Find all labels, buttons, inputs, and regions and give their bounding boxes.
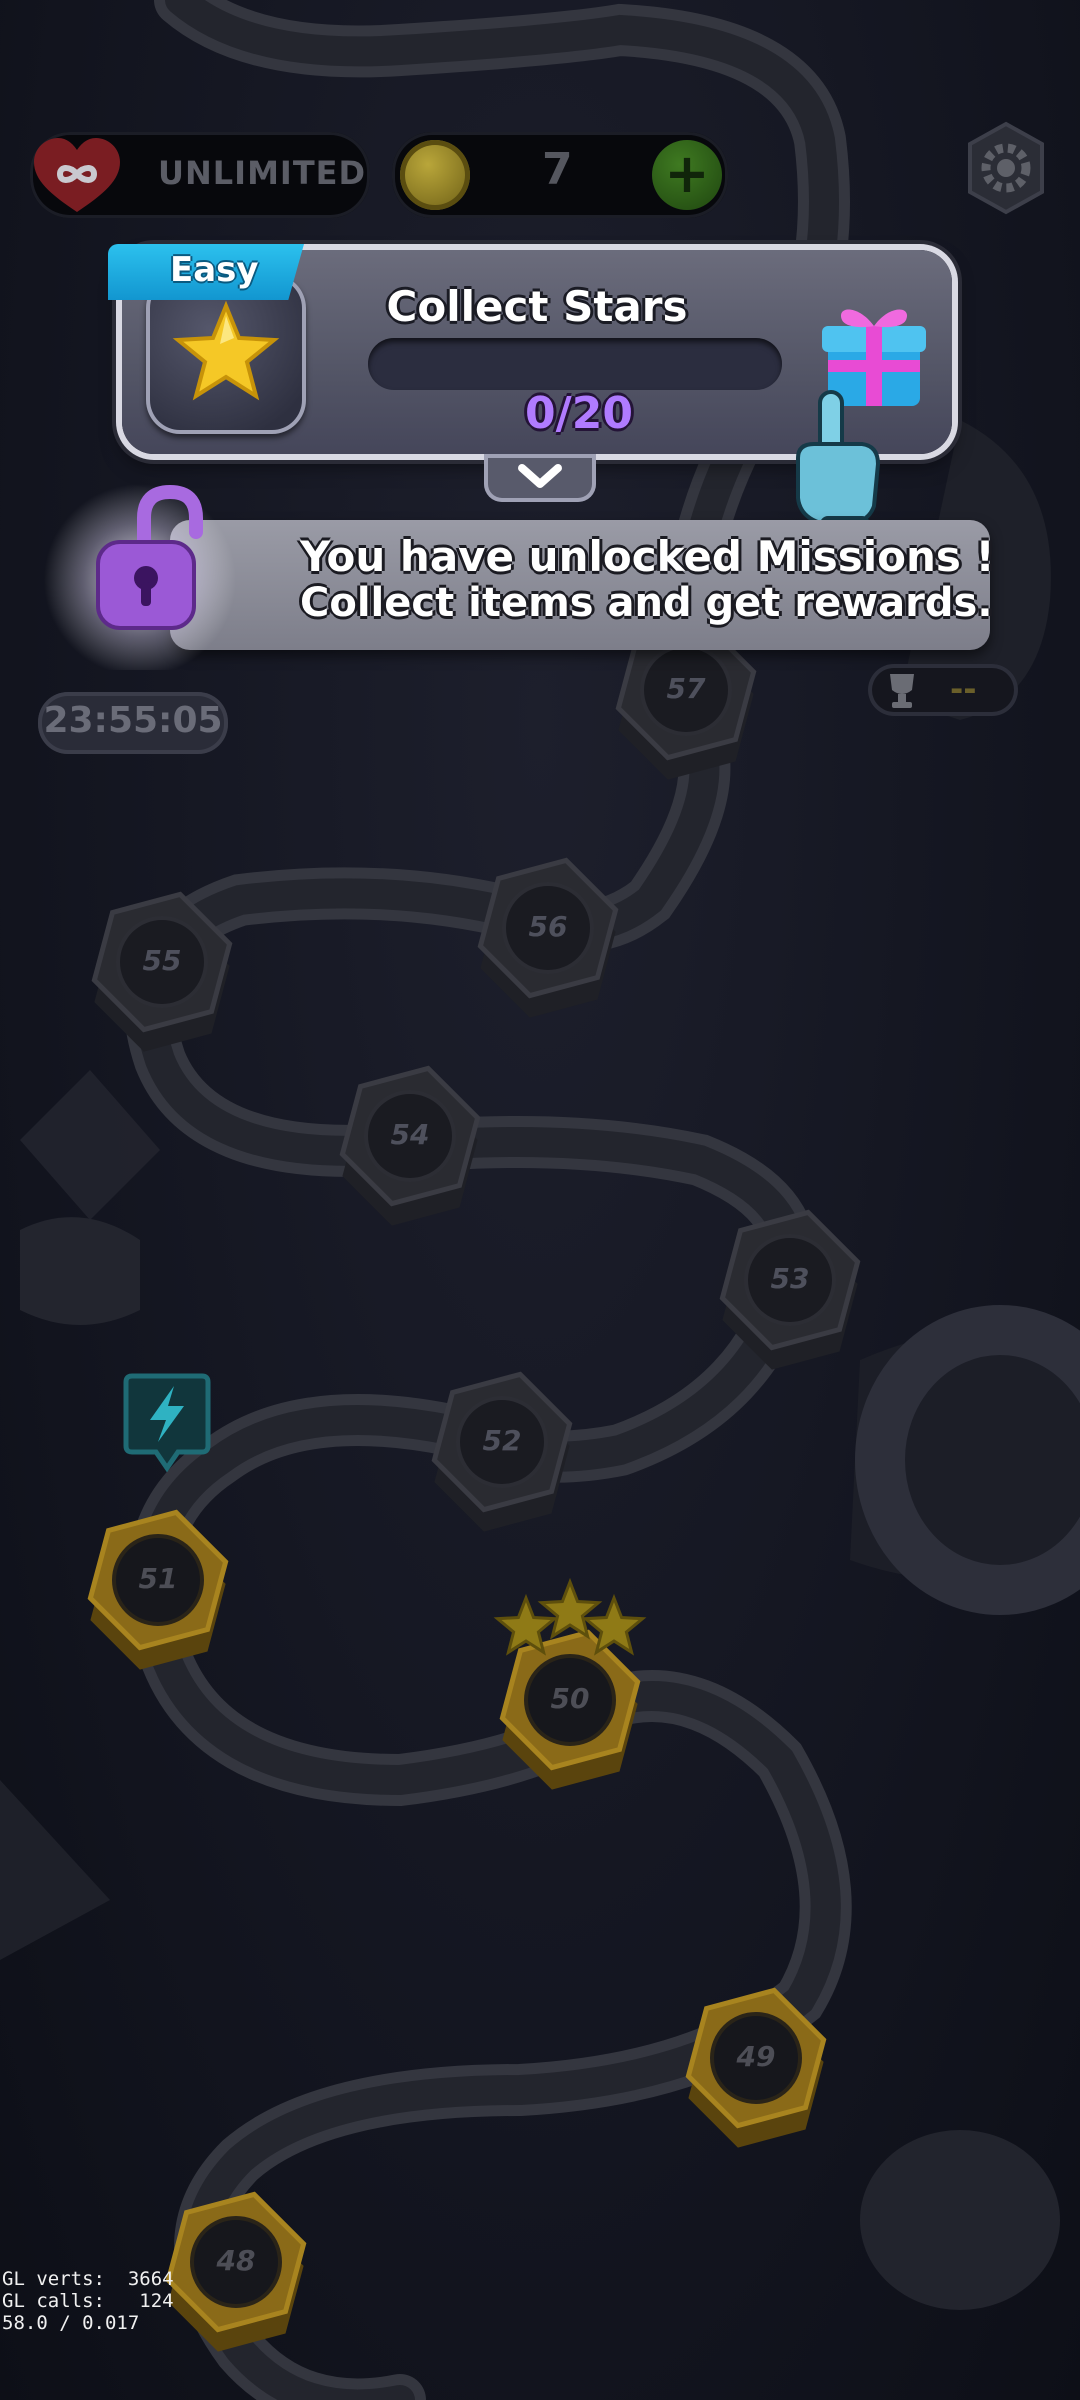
level-number: 52 xyxy=(482,1424,522,1457)
trophy-value: -- xyxy=(950,670,977,708)
coin-count: 7 xyxy=(542,144,573,195)
lives-status: UNLIMITED xyxy=(158,154,367,192)
level-star-icon xyxy=(537,1577,603,1640)
level-number: 48 xyxy=(216,2244,256,2277)
level-number: 54 xyxy=(390,1118,430,1151)
unlock-notification[interactable]: You have unlocked Missions ! Collect ite… xyxy=(170,520,995,650)
trophy-icon xyxy=(890,674,914,708)
level-number: 51 xyxy=(138,1562,178,1595)
debug-line: GL calls: 124 xyxy=(2,2290,174,2312)
mission-title: Collect Stars xyxy=(386,282,688,331)
level-number: 55 xyxy=(142,944,182,977)
level-number: 56 xyxy=(528,910,568,943)
trophy-panel[interactable]: -- xyxy=(868,664,1018,716)
level-number: 50 xyxy=(550,1682,590,1715)
heart-infinity-icon xyxy=(34,138,120,212)
buy-coins-button[interactable]: + xyxy=(652,140,722,210)
level-number: 49 xyxy=(736,2040,776,2073)
lightning-booster-icon[interactable] xyxy=(122,1372,212,1472)
chevron-down-icon xyxy=(518,464,562,488)
event-timer: 23:55:05 xyxy=(38,692,228,754)
coins-panel[interactable]: 7 + xyxy=(392,132,728,218)
expand-mission-button[interactable] xyxy=(484,454,596,502)
plus-icon: + xyxy=(664,142,710,205)
level-number: 57 xyxy=(666,672,706,705)
difficulty-tag: Easy xyxy=(108,244,304,300)
mission-progress-text: 0/20 xyxy=(525,388,633,439)
unlocked-padlock-icon xyxy=(44,484,236,670)
event-timer-text: 23:55:05 xyxy=(43,700,223,741)
debug-overlay: GL verts: 3664 GL calls: 124 58.0 / 0.017 xyxy=(2,2268,174,2334)
debug-line: 58.0 / 0.017 xyxy=(2,2312,140,2334)
difficulty-label: Easy xyxy=(170,250,259,290)
coin-icon xyxy=(400,140,470,210)
mission-progress-bar xyxy=(368,338,782,390)
unlock-message-line1: You have unlocked Missions ! xyxy=(300,532,995,581)
gear-icon[interactable] xyxy=(958,120,1054,216)
unlock-message-line2: Collect items and get rewards. xyxy=(300,580,993,626)
level-number: 53 xyxy=(770,1262,810,1295)
debug-line: GL verts: 3664 xyxy=(2,2268,174,2290)
lives-panel[interactable]: UNLIMITED xyxy=(30,132,370,218)
